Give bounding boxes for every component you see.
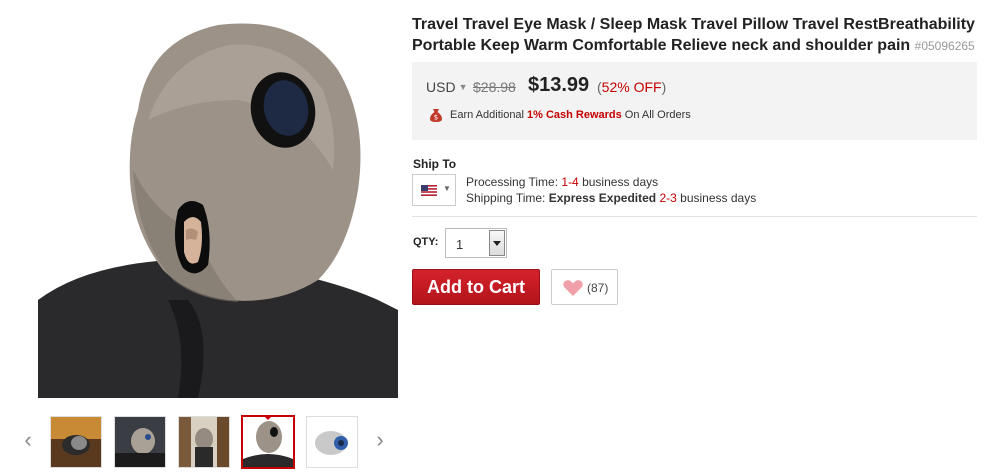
chevron-right-icon[interactable]: › — [370, 426, 390, 454]
product-title-text: Travel Travel Eye Mask / Sleep Mask Trav… — [412, 16, 975, 54]
chevron-left-icon[interactable]: ‹ — [18, 426, 38, 454]
caret-down-icon: ▼ — [443, 184, 451, 193]
thumbnail-image — [307, 417, 357, 467]
wishlist-count: (87) — [587, 281, 609, 295]
thumbnail-image — [179, 417, 229, 467]
rewards-highlight[interactable]: 1% Cash Rewards — [527, 109, 622, 121]
processing-unit: business days — [582, 175, 659, 189]
shipping-time: Shipping Time: Express Expedited 2-3 bus… — [466, 190, 756, 206]
product-sku: #05096265 — [914, 39, 975, 53]
main-product-image[interactable] — [38, 0, 398, 398]
country-selector[interactable]: ▼ — [412, 174, 456, 206]
shipping-range: 2-3 — [659, 191, 677, 205]
shipping-method[interactable]: Express Expedited — [549, 191, 656, 205]
processing-time: Processing Time: 1-4 business days — [466, 174, 756, 190]
wishlist-button[interactable]: (87) — [551, 269, 618, 305]
currency-selector[interactable]: USD ▼ — [426, 79, 467, 95]
thumbnail-5[interactable] — [306, 416, 358, 468]
us-flag-icon — [421, 185, 437, 196]
price-box: USD ▼ $28.98 $13.99 (52% OFF) $ Earn Addi… — [412, 62, 977, 140]
dropdown-arrow-icon[interactable] — [489, 230, 505, 256]
add-to-cart-button[interactable]: Add to Cart — [412, 269, 540, 305]
quantity-select[interactable]: 1 — [445, 228, 507, 258]
shipping-label: Shipping Time: — [466, 191, 546, 205]
divider — [412, 216, 977, 217]
old-price: $28.98 — [473, 79, 516, 95]
money-bag-icon: $ — [428, 107, 444, 123]
shipping-unit: business days — [680, 191, 757, 205]
product-title: Travel Travel Eye Mask / Sleep Mask Trav… — [412, 14, 984, 57]
product-photo — [38, 0, 398, 398]
thumbnail-2[interactable] — [114, 416, 166, 468]
cash-rewards: $ Earn Additional 1% Cash Rewards On All… — [428, 107, 691, 123]
discount-percent: 52% OFF — [601, 79, 662, 95]
discount-close: ) — [661, 79, 667, 95]
thumbnail-4[interactable] — [241, 415, 295, 469]
processing-label: Processing Time: — [466, 175, 559, 189]
discount-badge: (52% OFF) — [597, 79, 666, 95]
current-price: $13.99 — [528, 74, 590, 96]
ship-to-label: Ship To — [413, 157, 457, 171]
thumbnail-image — [51, 417, 101, 467]
shipping-info: Processing Time: 1-4 business days Shipp… — [466, 174, 756, 206]
quantity-value: 1 — [456, 237, 464, 252]
currency-label: USD — [426, 79, 456, 95]
thumbnail-3[interactable] — [178, 416, 230, 468]
thumbnail-1[interactable] — [50, 416, 102, 468]
thumbnail-image — [243, 417, 293, 467]
rewards-suffix: On All Orders — [624, 109, 691, 121]
thumbnail-image — [115, 417, 165, 467]
svg-text:$: $ — [434, 114, 438, 122]
qty-label: QTY: — [413, 236, 439, 248]
rewards-prefix: Earn Additional — [450, 109, 524, 121]
thumbnail-strip: ‹ › — [14, 412, 398, 470]
heart-icon — [563, 280, 583, 296]
caret-down-icon: ▼ — [458, 82, 468, 92]
processing-range: 1-4 — [561, 175, 579, 189]
